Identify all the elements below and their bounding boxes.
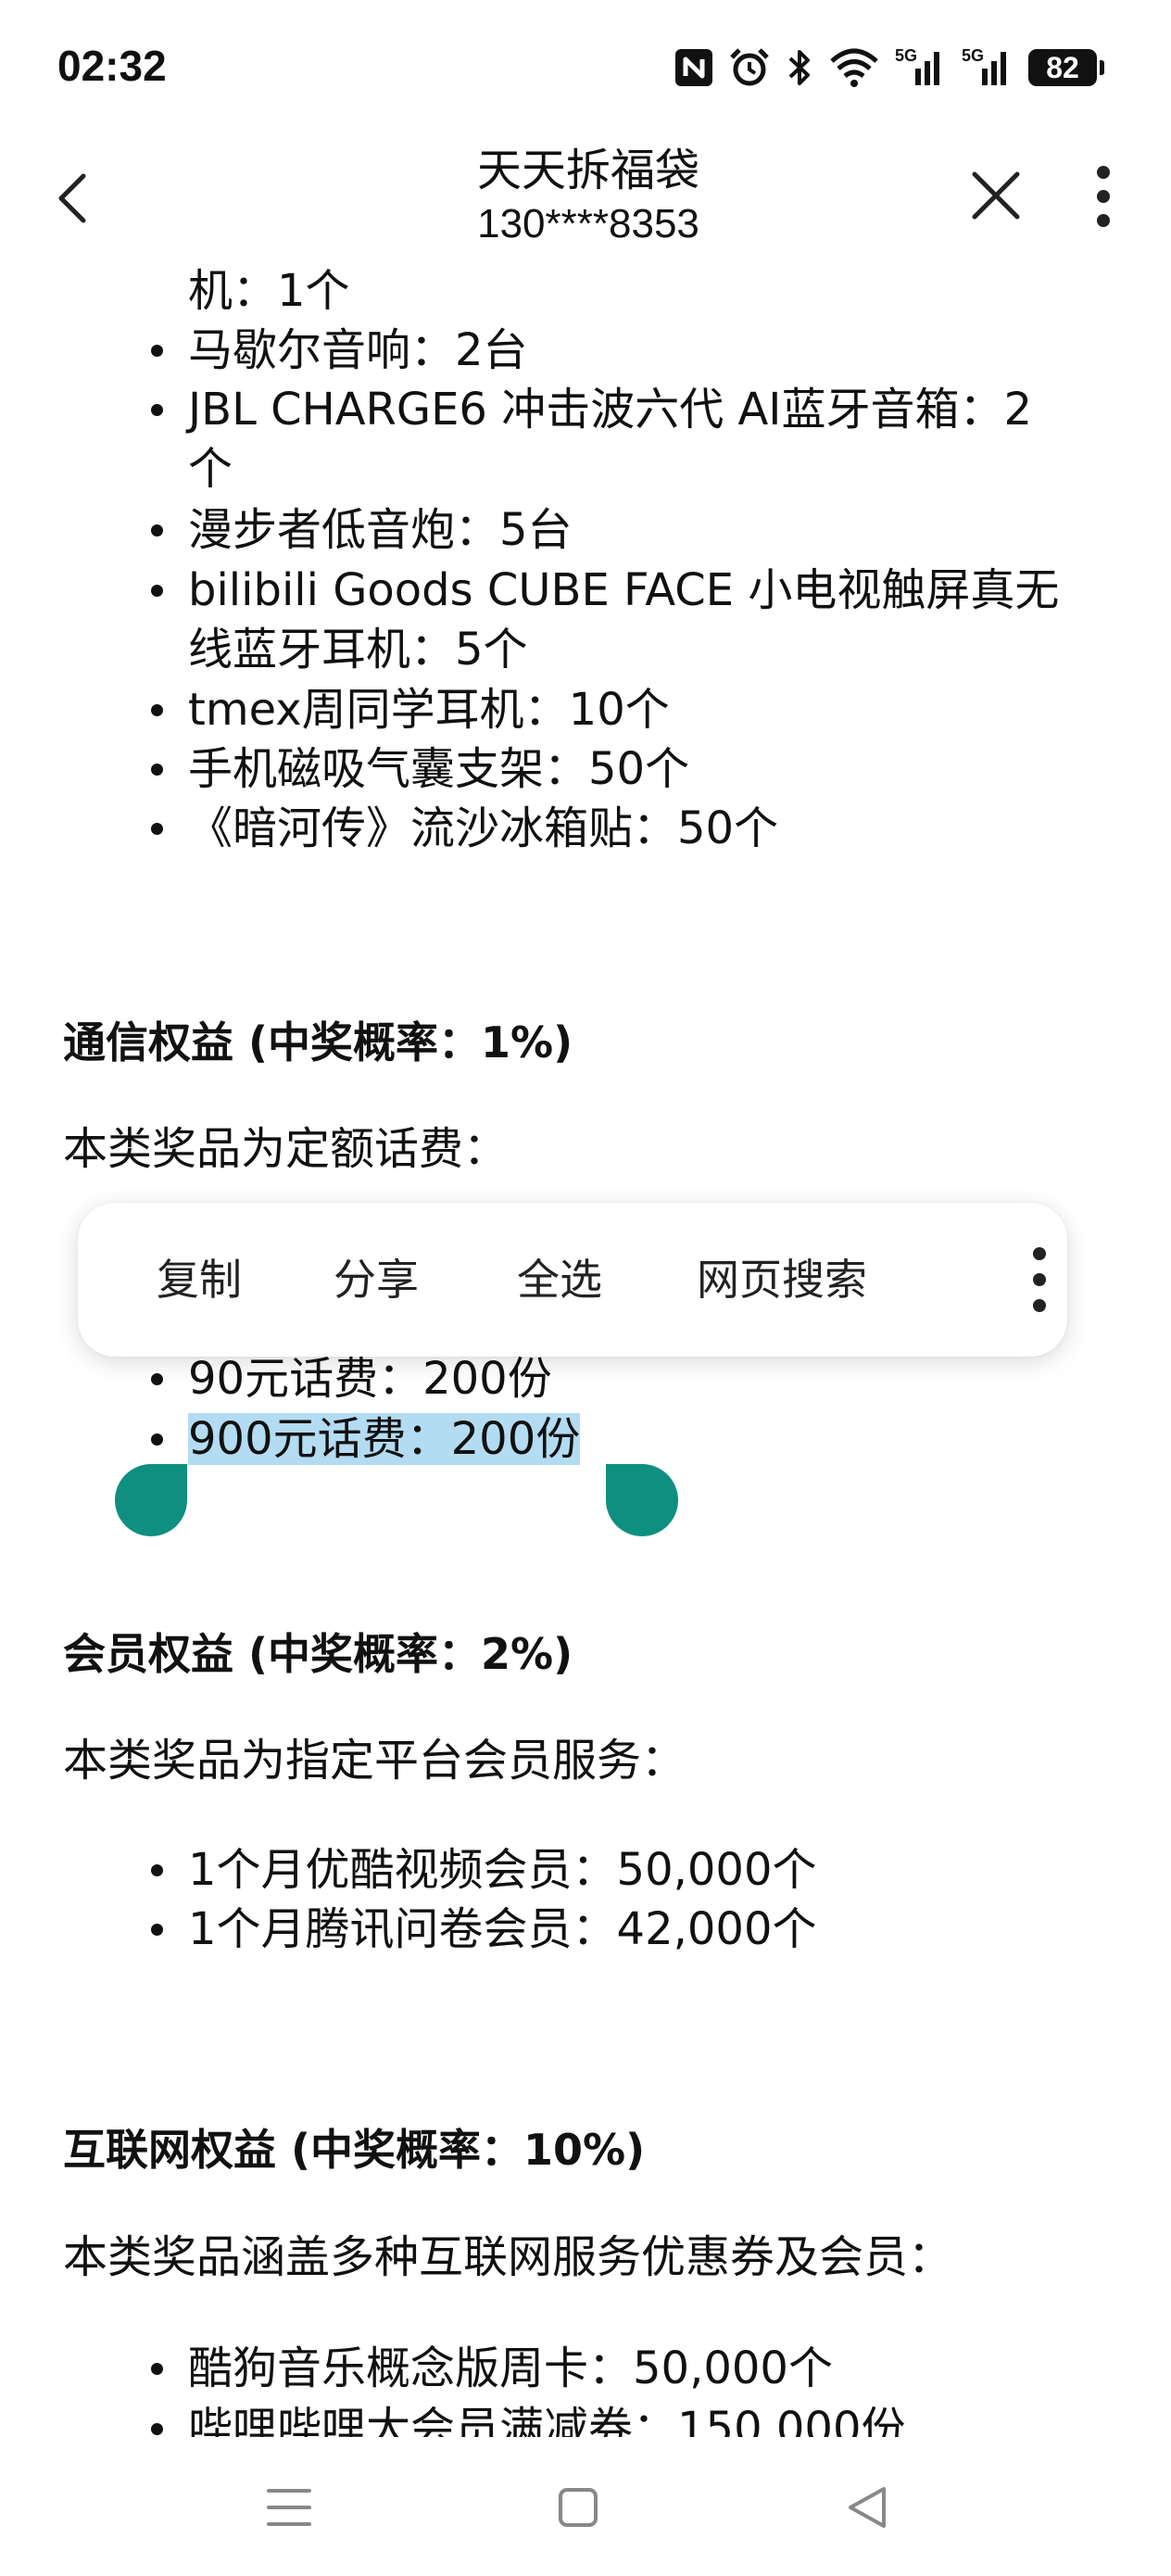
section-intro-telecom: 本类奖品为定额话费： [63, 1123, 509, 1175]
more-vertical-icon[interactable] [1030, 1244, 1049, 1315]
list-item-continuation: 机：1个 [188, 265, 350, 317]
list-item: 酷狗音乐概念版周卡：50,000个 [188, 2342, 833, 2394]
bullet [151, 2423, 163, 2435]
bullet [151, 585, 163, 597]
section-intro-internet: 本类奖品涵盖多种互联网服务优惠券及会员： [63, 2231, 953, 2283]
page-subtitle: 130****8353 [477, 201, 699, 246]
menu-icon[interactable] [252, 2470, 326, 2544]
list-item: 1个月腾讯问卷会员：42,000个 [188, 1903, 817, 1955]
bluetooth-icon [786, 46, 813, 89]
close-icon [972, 171, 1020, 220]
more-options-button[interactable] [1080, 159, 1127, 234]
wifi-icon [828, 46, 880, 89]
list-item-wrap: 线蓝牙耳机：5个 [188, 624, 528, 676]
bullet [151, 823, 163, 835]
status-icons: 5G 5G 82 [674, 44, 1104, 91]
list-item: 《暗河传》流沙冰箱贴：50个 [188, 802, 779, 854]
bullet [151, 1433, 163, 1446]
list-item: JBL CHARGE6 冲击波六代 AI蓝牙音箱：2 [188, 384, 1032, 436]
selection-end-handle[interactable] [606, 1464, 678, 1536]
section-heading-membership: 会员权益 (中奖概率：2%) [63, 1629, 573, 1679]
section-intro-membership: 本类奖品为指定平台会员服务： [63, 1735, 686, 1787]
list-item-wrap: 个 [188, 443, 233, 495]
signal-5g-icon: 5G [895, 46, 947, 89]
copy-button[interactable]: 复制 [157, 1203, 242, 1357]
alarm-icon [728, 46, 771, 89]
bullet [151, 2363, 163, 2375]
battery-indicator: 82 [1028, 49, 1104, 86]
page-title: 天天拆福袋 [476, 145, 699, 196]
section-heading-internet: 互联网权益 (中奖概率：10%) [63, 2125, 646, 2175]
web-search-button[interactable]: 网页搜索 [697, 1203, 867, 1357]
back-button[interactable] [46, 161, 102, 235]
bullet [151, 704, 163, 716]
nfc-icon [674, 48, 713, 87]
back-triangle-icon[interactable] [830, 2470, 904, 2544]
list-item: tmex周同学耳机：10个 [188, 684, 670, 736]
bullet [151, 524, 163, 537]
bullet [151, 345, 163, 357]
page-header: 天天拆福袋 130****8353 [0, 139, 1171, 258]
bullet [151, 404, 163, 416]
list-item: 90元话费：200份 [188, 1353, 552, 1405]
bullet [151, 1373, 163, 1385]
signal-5g-icon: 5G [962, 46, 1014, 89]
status-time: 02:32 [57, 42, 167, 90]
more-vertical-icon [1097, 166, 1110, 227]
selected-text[interactable]: 900元话费：200份 [188, 1413, 581, 1465]
bullet [151, 1864, 163, 1876]
select-all-button[interactable]: 全选 [517, 1203, 602, 1357]
list-item-selected[interactable]: 900元话费：200份 [188, 1409, 581, 1469]
bullet [151, 1924, 163, 1936]
share-button[interactable]: 分享 [334, 1203, 419, 1357]
section-heading-telecom: 通信权益 (中奖概率：1%) [63, 1017, 573, 1067]
list-item: bilibili Goods CUBE FACE 小电视触屏真无 [188, 564, 1060, 616]
text-selection-menu: 复制 分享 全选 网页搜索 [78, 1203, 1067, 1357]
status-bar: 02:32 5G 5G 82 [0, 0, 1171, 139]
close-button[interactable] [963, 163, 1028, 228]
list-item: 手机磁吸气囊支架：50个 [188, 743, 690, 795]
chevron-left-icon [58, 173, 86, 223]
list-item: 1个月优酷视频会员：50,000个 [188, 1844, 817, 1896]
home-square-icon[interactable] [541, 2470, 615, 2544]
bullet [151, 764, 163, 776]
selection-start-handle[interactable] [115, 1464, 187, 1536]
navigation-bar [0, 2437, 1171, 2576]
title-box: 天天拆福袋 130****8353 [315, 139, 862, 248]
list-item: 漫步者低音炮：5台 [188, 504, 573, 556]
list-item: 马歇尔音响：2台 [188, 324, 528, 376]
